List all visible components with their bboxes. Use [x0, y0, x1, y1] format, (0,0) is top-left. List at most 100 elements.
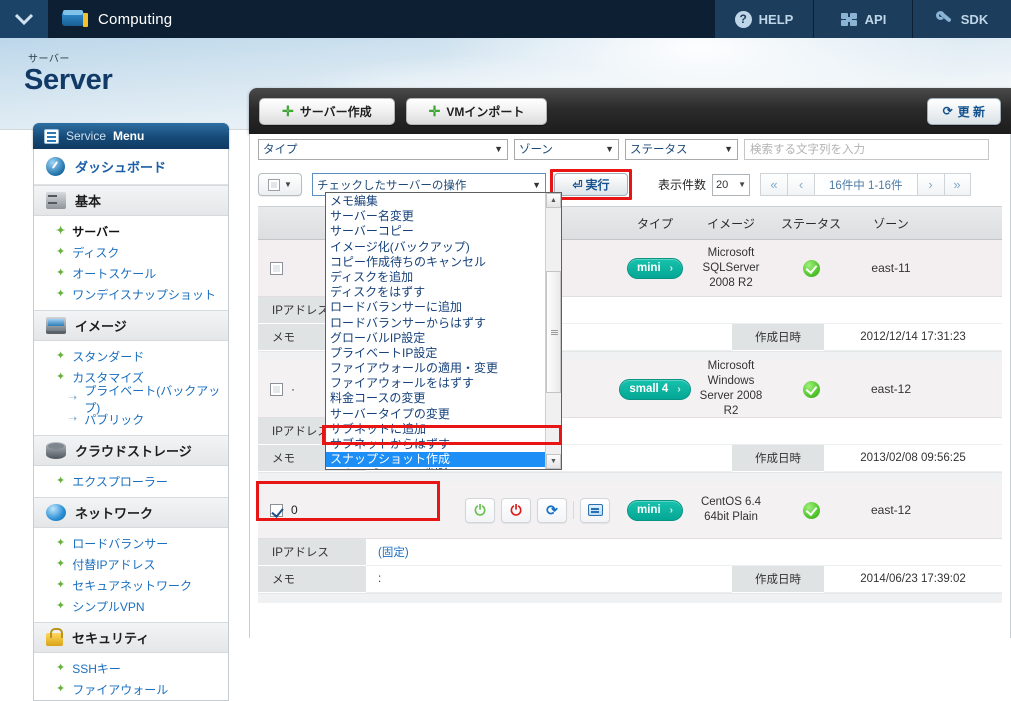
sidebar-group-basic: 基本 — [34, 185, 228, 216]
dropdown-option[interactable]: サーバータイプの変更 — [326, 407, 545, 422]
action-bar: ▼ チェックしたサーバーの操作 ▼ ⏎ 実行 表示件数 20 ▼ « ‹ 16件… — [250, 164, 1010, 470]
power-off-button[interactable]: ⏻ — [501, 497, 531, 523]
create-server-label: サーバー作成 — [299, 104, 372, 119]
storage-icon — [46, 442, 66, 459]
server-type-pill[interactable]: mini › — [627, 499, 683, 521]
sidebar-item-firewall[interactable]: ✦ ファイアウォール — [34, 679, 228, 700]
vm-import-button[interactable]: ✛ VMインポート — [405, 97, 548, 125]
dropdown-option[interactable]: ディスクを追加 — [326, 270, 545, 285]
row-gap — [258, 594, 1002, 603]
server-type-pill[interactable]: small 4 › — [619, 378, 691, 400]
create-server-button[interactable]: ✛ サーバー作成 — [259, 97, 395, 125]
sidebar-item-label: ディスク — [72, 246, 120, 260]
dropdown-option[interactable]: コピー作成待ちのキャンセル — [326, 255, 545, 270]
scroll-down-icon[interactable]: ▼ — [546, 454, 561, 469]
dropdown-option[interactable]: スナップショット削除 — [326, 467, 545, 469]
server-actions-cell: ⏻ ⏻ ⟳ — [456, 482, 619, 538]
server-zone-cell: east-12 — [870, 382, 912, 396]
sdk-label: SDK — [960, 11, 989, 27]
dropdown-option-selected[interactable]: スナップショット作成 — [326, 452, 545, 468]
row-checkbox[interactable] — [270, 261, 283, 275]
dropdown-option[interactable]: サーバーコピー — [326, 224, 545, 239]
sidebar-item-disk[interactable]: ✦ ディスク — [34, 242, 228, 263]
page-subtitle: サーバー — [28, 54, 70, 65]
sidebar-body: ダッシュボード 基本 ✦ サーバー ✦ ディスク ✦ オートスケール ✦ ワンデイスナッ… — [33, 149, 229, 701]
first-page-button[interactable]: « — [760, 173, 788, 196]
status-filter-select[interactable]: ステータス ▼ — [625, 138, 738, 160]
dropdown-scrollbar[interactable]: ▲ ▼ — [545, 193, 561, 469]
scroll-up-icon[interactable]: ▲ — [546, 193, 561, 208]
dropdown-option[interactable]: イメージ化(バックアップ) — [326, 240, 545, 255]
refresh-button[interactable]: ⟳ 更 新 — [926, 97, 1001, 125]
dropdown-option[interactable]: ロードバランサーに追加 — [326, 300, 545, 315]
sidebar-item-floating-ip[interactable]: ✦ 付替IPアドレス — [34, 554, 228, 575]
server-row-summary[interactable]: 0 ⏻ ⏻ ⟳ mini › CentOS 6.4 64bit Plain ea… — [256, 481, 1002, 539]
server-name: · — [291, 382, 295, 396]
last-page-button[interactable]: » — [943, 173, 971, 196]
row-checkbox[interactable] — [270, 382, 283, 396]
scrollbar-thumb[interactable] — [546, 271, 561, 393]
chevron-right-icon: › — [677, 383, 681, 395]
dropdown-option[interactable]: ディスクをはずす — [326, 285, 545, 300]
sidebar-item-ssh-key[interactable]: ✦ SSHキー — [34, 658, 228, 679]
zone-filter-select[interactable]: ゾーン ▼ — [514, 138, 619, 160]
server-panel: ✛ サーバー作成 ✛ VMインポート ⟳ 更 新 タイプ ▼ ゾーン ▼ ステー… — [249, 88, 1011, 638]
sdk-button[interactable]: SDK — [912, 0, 1011, 38]
detail-row-memo: メモ : 作成日時 2014/06/23 17:39:02 — [258, 566, 1002, 593]
sidebar-item-explorer[interactable]: ✦ エクスプローラー — [34, 471, 228, 492]
dropdown-option[interactable]: プライベートIP設定 — [326, 346, 545, 361]
help-button[interactable]: ? HELP — [714, 0, 813, 38]
dropdown-option[interactable]: ロードバランサーからはずす — [326, 316, 545, 331]
dropdown-option[interactable]: 料金コースの変更 — [326, 391, 545, 406]
dropdown-option[interactable]: グローバルIP設定 — [326, 331, 545, 346]
bulk-operation-dropdown[interactable]: メモ編集 サーバー名変更 サーバーコピー イメージ化(バックアップ) コピー作成… — [322, 192, 562, 470]
detail-value-ip[interactable]: (固定) — [366, 539, 1002, 566]
sidebar-item-oneday-snapshot[interactable]: ✦ ワンデイスナップショット — [34, 284, 228, 305]
next-page-button[interactable]: › — [916, 173, 944, 196]
power-on-button[interactable]: ⏻ — [465, 497, 495, 523]
sidebar-item-standard[interactable]: ✦ スタンダード — [34, 346, 228, 367]
status-ok-icon — [802, 501, 820, 519]
dropdown-option[interactable]: ファイアウォールの適用・変更 — [326, 361, 545, 376]
dropdown-option[interactable]: メモ編集 — [326, 194, 545, 209]
sidebar-item-private-backup[interactable]: ➝ プライベート(バックアップ) — [34, 384, 228, 415]
dropdown-option[interactable]: ファイアウォールをはずす — [326, 376, 545, 391]
dashboard-icon — [46, 157, 65, 176]
console-button[interactable] — [580, 497, 610, 523]
chevron-down-icon[interactable] — [0, 0, 48, 38]
dropdown-option[interactable]: サーバー名変更 — [326, 209, 545, 224]
sidebar-item-load-balancer[interactable]: ✦ ロードバランサー — [34, 533, 228, 554]
display-count-label: 表示件数 — [658, 178, 707, 192]
sidebar-item-simple-vpn[interactable]: ✦ シンプルVPN — [34, 596, 228, 617]
execute-button[interactable]: ⏎ 実行 — [554, 173, 628, 196]
chevron-down-icon: ▼ — [532, 179, 541, 190]
status-filter-value: ステータス — [630, 144, 688, 156]
sidebar-item-secure-network[interactable]: ✦ セキュアネットワーク — [34, 575, 228, 596]
api-button[interactable]: API — [813, 0, 912, 38]
refresh-icon: ⟳ — [942, 104, 953, 118]
search-input[interactable]: 検索する文字列を入力 — [744, 138, 989, 160]
server-type-label: mini — [637, 262, 661, 274]
reset-button[interactable]: ⟳ — [537, 497, 567, 523]
prev-page-button[interactable]: ‹ — [787, 173, 815, 196]
brand[interactable]: Computing — [48, 0, 172, 38]
row-gap — [258, 473, 1002, 482]
sidebar-item-autoscale[interactable]: ✦ オートスケール — [34, 263, 228, 284]
column-header-type: タイプ — [636, 216, 673, 231]
sidebar-item-dashboard[interactable]: ダッシュボード — [34, 149, 228, 185]
dropdown-option[interactable]: サブネットに追加 — [326, 422, 545, 437]
row-checkbox[interactable] — [270, 503, 283, 517]
bullet-icon: ✦ — [56, 579, 66, 591]
detail-row-ip: IPアドレス (固定) — [258, 539, 1002, 566]
sidebar-item-server[interactable]: ✦ サーバー — [34, 221, 228, 242]
sidebar-group-label: 基本 — [75, 194, 102, 209]
bullet-icon: ✦ — [56, 662, 66, 674]
display-count-select[interactable]: 20 ▼ — [712, 173, 751, 196]
type-filter-select[interactable]: タイプ ▼ — [258, 138, 508, 160]
sidebar-item-label: エクスプローラー — [72, 475, 168, 489]
sidebar-header-bold: Menu — [113, 129, 145, 143]
status-ok-icon — [802, 380, 820, 398]
server-type-pill[interactable]: mini › — [627, 257, 683, 279]
dropdown-option[interactable]: サブネットからはずす — [326, 437, 545, 452]
select-all-split-button[interactable]: ▼ — [258, 173, 302, 196]
